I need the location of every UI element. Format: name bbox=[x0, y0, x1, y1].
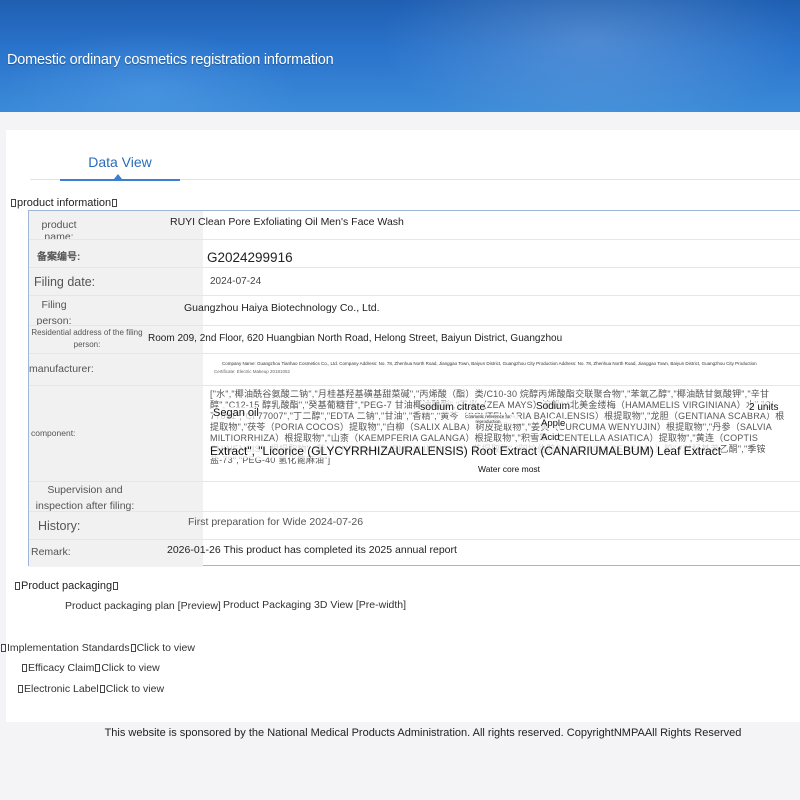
square-icon bbox=[95, 664, 101, 672]
filing-date-label: Filing date: bbox=[34, 275, 96, 289]
square-icon bbox=[15, 582, 20, 590]
field-label-cell: History: bbox=[29, 512, 203, 539]
supervision-label: Supervision and inspection after filing: bbox=[35, 484, 135, 512]
row-filing-person: Filing person: Guangzhou Haiya Biotechno… bbox=[29, 295, 800, 327]
component-overlay-sodium: Sodium bbox=[536, 401, 570, 412]
implementation-standards-view-link[interactable]: Click to view bbox=[137, 642, 195, 654]
efficacy-claim-view-link[interactable]: Click to view bbox=[101, 662, 159, 674]
manufacturer-label: manufacturer: bbox=[29, 363, 94, 375]
row-residential-address: Residential address of the filing person… bbox=[29, 325, 800, 353]
manufacturer-value: Company Name: Guangzhou Tianhao Cosmetic… bbox=[222, 361, 757, 366]
field-label-cell: Filing person: bbox=[29, 296, 203, 327]
component-overlay-reference: Cosmetic reference for reproduction bbox=[458, 414, 518, 424]
tab-label: Data View bbox=[88, 154, 152, 170]
manufacturer-certificate: Certificate: Electric Makeup 20181052 bbox=[214, 369, 291, 374]
filing-person-value: Guangzhou Haiya Biotechnology Co., Ltd. bbox=[184, 302, 380, 314]
component-overlay-extract: Extract", "Licorice (GLYCYRRHIZAURALENSI… bbox=[210, 444, 722, 458]
row-remark: Remark: 2026-01-26 This product has comp… bbox=[29, 539, 800, 567]
field-label-cell: Filing date: bbox=[29, 268, 203, 295]
square-icon bbox=[130, 644, 136, 652]
component-overlay-acid: Acid bbox=[541, 432, 560, 443]
section-heading-text: Product packaging bbox=[21, 580, 113, 592]
square-icon bbox=[112, 199, 118, 207]
section-heading-product-packaging: Product packaging bbox=[14, 580, 119, 592]
filing-date-value: 2024-07-24 bbox=[210, 276, 262, 287]
efficacy-claim-row: Efficacy Claim Click to view bbox=[21, 662, 160, 674]
tab-active-indicator bbox=[60, 179, 180, 181]
square-icon bbox=[22, 664, 27, 672]
row-product-name: product name: RUYI Clean Pore Exfoliatin… bbox=[29, 211, 800, 243]
component-overlay-sodium-citrate: sodium citrate bbox=[420, 401, 486, 413]
product-name-value: RUYI Clean Pore Exfoliating Oil Men's Fa… bbox=[170, 216, 404, 228]
square-icon bbox=[18, 685, 23, 693]
page-title: Domestic ordinary cosmetics registration… bbox=[7, 52, 334, 68]
packaging-plan-link[interactable]: Product packaging plan [Preview] bbox=[65, 600, 221, 612]
row-manufacturer: manufacturer: Company Name: Guangzhou Ti… bbox=[29, 353, 800, 385]
electronic-label-view-link[interactable]: Click to view bbox=[106, 683, 164, 695]
row-supervision: Supervision and inspection after filing: bbox=[29, 481, 800, 512]
component-label: component: bbox=[31, 428, 76, 438]
product-info-table: product name: RUYI Clean Pore Exfoliatin… bbox=[28, 210, 800, 567]
square-icon bbox=[1, 644, 6, 652]
field-label-cell: manufacturer: bbox=[29, 354, 203, 385]
component-overlay-water-core: Water core most bbox=[478, 464, 541, 474]
electronic-label-label: Electronic Label bbox=[24, 683, 99, 695]
square-icon bbox=[11, 199, 16, 207]
implementation-standards-label: Implementation Standards bbox=[7, 642, 130, 654]
packaging-3d-view-link[interactable]: Product Packaging 3D View [Pre-width] bbox=[223, 599, 406, 611]
tab-data-view[interactable]: Data View bbox=[60, 150, 180, 181]
implementation-standards-row: Implementation Standards Click to view bbox=[0, 642, 195, 654]
tab-bar: Data View bbox=[30, 150, 800, 181]
square-icon bbox=[99, 685, 105, 693]
footer-text: This website is sponsored by the Nationa… bbox=[104, 727, 742, 739]
component-overlay-apple: Apple bbox=[541, 418, 566, 429]
section-heading-text: product information bbox=[17, 197, 112, 209]
remark-label: Remark: bbox=[31, 546, 71, 558]
residential-address-label: Residential address of the filing person… bbox=[31, 328, 143, 349]
square-icon bbox=[113, 582, 119, 590]
component-overlay-segan-oil: Segan oil bbox=[213, 407, 259, 419]
remark-value: 2026-01-26 This product has completed it… bbox=[167, 544, 457, 556]
row-history: History: First preparation for Wide 2024… bbox=[29, 511, 800, 539]
history-value: First preparation for Wide 2024-07-26 bbox=[188, 516, 364, 528]
row-filing-date: Filing date: 2024-07-24 bbox=[29, 267, 800, 295]
banner-glow bbox=[0, 30, 300, 112]
caret-up-icon bbox=[114, 174, 122, 179]
residential-address-value: Room 209, 2nd Floor, 620 Huangbian North… bbox=[148, 333, 563, 344]
electronic-label-row: Electronic Label Click to view bbox=[17, 683, 164, 695]
field-label-cell: component: bbox=[29, 386, 203, 481]
field-label-cell: Supervision and inspection after filing: bbox=[29, 482, 203, 512]
row-record-number: 备案编号: G2024299916 bbox=[29, 239, 800, 267]
banner-glow bbox=[380, 0, 800, 112]
efficacy-claim-label: Efficacy Claim bbox=[28, 662, 95, 674]
section-heading-product-information: product information bbox=[10, 197, 118, 209]
component-overlay-units: 2 units bbox=[749, 402, 779, 413]
record-number-label: 备案编号: bbox=[37, 252, 81, 263]
field-label-cell: 备案编号: bbox=[29, 240, 203, 267]
record-number-value: G2024299916 bbox=[207, 250, 293, 265]
history-label: History: bbox=[38, 519, 81, 533]
header-banner: Domestic ordinary cosmetics registration… bbox=[0, 0, 800, 112]
